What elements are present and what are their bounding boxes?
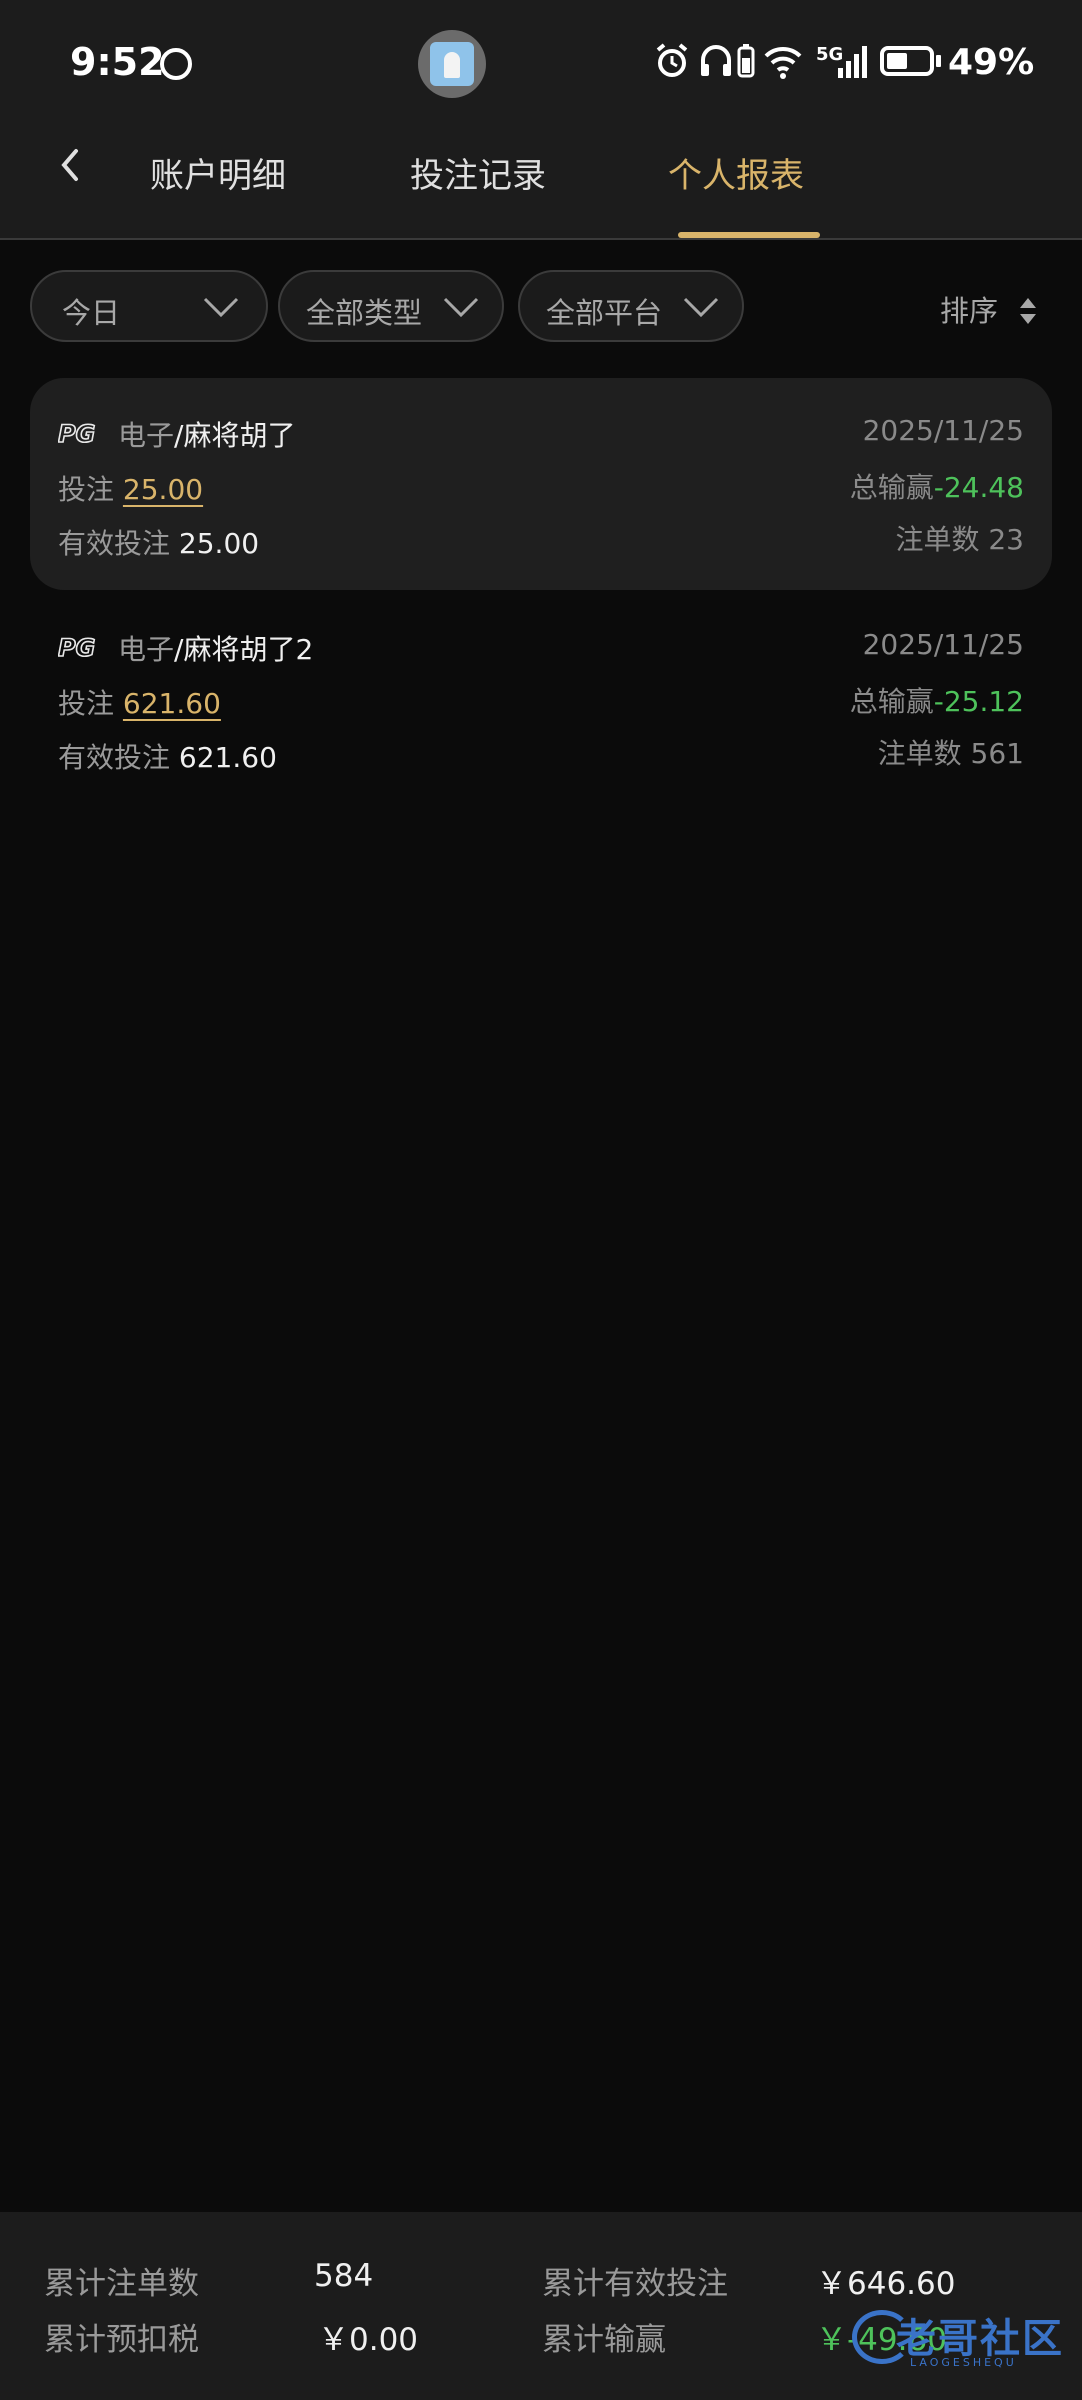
order-count: 561 xyxy=(970,737,1024,770)
do-not-disturb-icon xyxy=(160,48,192,80)
bet-row: 投注 621.60 xyxy=(58,687,221,720)
status-time: 9:52 xyxy=(70,40,165,84)
header-divider xyxy=(0,238,1082,240)
headphones-icon xyxy=(701,45,731,76)
withheld-tax-value: ￥0.00 xyxy=(318,2322,419,2358)
tab-account-details[interactable]: 账户明细 xyxy=(150,148,286,197)
total-orders-label: 累计注单数 xyxy=(44,2266,199,2302)
sort-button[interactable]: 排序 xyxy=(940,288,998,330)
game-name: /麻将胡了 xyxy=(174,419,296,452)
chevron-down-icon xyxy=(203,297,239,318)
valid-bet-row: 有效投注 621.60 xyxy=(58,741,277,774)
order-count: 23 xyxy=(988,523,1024,556)
svg-text:PG: PG xyxy=(58,634,95,662)
bet-amount[interactable]: 621.60 xyxy=(123,687,221,720)
record-date: 2025/11/25 xyxy=(862,628,1024,661)
back-arrow-icon[interactable] xyxy=(50,145,90,185)
report-card[interactable]: PG 电子/麻将胡了 投注 25.00 有效投注 25.00 2025/11/2… xyxy=(30,378,1052,590)
valid-bet-row: 有效投注 25.00 xyxy=(58,527,260,560)
status-bar: 9:52 5G 49% xyxy=(0,0,1082,130)
wifi-icon xyxy=(764,46,802,79)
battery-percent: 49% xyxy=(948,42,1035,83)
win-loss-row: 总输赢-25.12 xyxy=(849,685,1024,718)
game-name: /麻将胡了2 xyxy=(174,633,314,666)
chevron-down-icon xyxy=(683,297,719,318)
type-filter-label: 全部类型 xyxy=(306,296,423,330)
win-loss-amount: -25.12 xyxy=(933,685,1024,718)
order-count-row: 注单数 23 xyxy=(895,523,1024,556)
platform-filter-dropdown[interactable]: 全部平台 xyxy=(518,270,744,342)
date-filter-label: 今日 xyxy=(62,296,121,330)
win-loss-row: 总输赢-24.48 xyxy=(849,471,1024,504)
tab-bet-records[interactable]: 投注记录 xyxy=(410,148,546,197)
win-loss-amount: -24.48 xyxy=(933,471,1024,504)
bet-row: 投注 25.00 xyxy=(58,473,204,506)
floating-app-avatar[interactable] xyxy=(418,30,486,98)
valid-bet-amount: 621.60 xyxy=(178,741,277,774)
report-card[interactable]: PG 电子/麻将胡了2 投注 621.60 有效投注 621.60 2025/1… xyxy=(30,592,1052,804)
total-win-loss-label: 累计输赢 xyxy=(542,2322,666,2358)
watermark-logo: 老哥社区 LAOGESHEQU xyxy=(840,2300,1080,2376)
battery-icon xyxy=(880,46,934,76)
platform-filter-label: 全部平台 xyxy=(546,296,663,330)
chevron-down-icon xyxy=(443,297,479,318)
pg-logo-icon: PG xyxy=(58,419,96,448)
type-filter-dropdown[interactable]: 全部类型 xyxy=(278,270,504,342)
date-filter-dropdown[interactable]: 今日 xyxy=(30,270,268,342)
game-category: 电子/麻将胡了 xyxy=(118,419,296,452)
valid-bet-amount: 25.00 xyxy=(178,527,260,560)
alarm-icon xyxy=(656,43,688,77)
tab-personal-report[interactable]: 个人报表 xyxy=(668,148,804,197)
order-count-row: 注单数 561 xyxy=(877,737,1024,770)
bet-amount[interactable]: 25.00 xyxy=(123,473,203,506)
signal-icon xyxy=(838,46,867,78)
total-valid-bet-value: ￥646.60 xyxy=(816,2266,956,2302)
total-valid-bet-label: 累计有效投注 xyxy=(542,2266,728,2302)
sort-icon[interactable] xyxy=(1016,292,1040,330)
record-date: 2025/11/25 xyxy=(862,414,1024,447)
pg-logo-icon: PG xyxy=(58,633,96,662)
withheld-tax-label: 累计预扣税 xyxy=(44,2322,199,2358)
total-orders-value: 584 xyxy=(314,2258,374,2294)
svg-text:PG: PG xyxy=(58,420,95,448)
device-battery-icon xyxy=(737,44,755,78)
game-category: 电子/麻将胡了2 xyxy=(118,633,314,666)
header: 9:52 5G 49% 账户明细 投注记录 个人报表 xyxy=(0,0,1082,240)
